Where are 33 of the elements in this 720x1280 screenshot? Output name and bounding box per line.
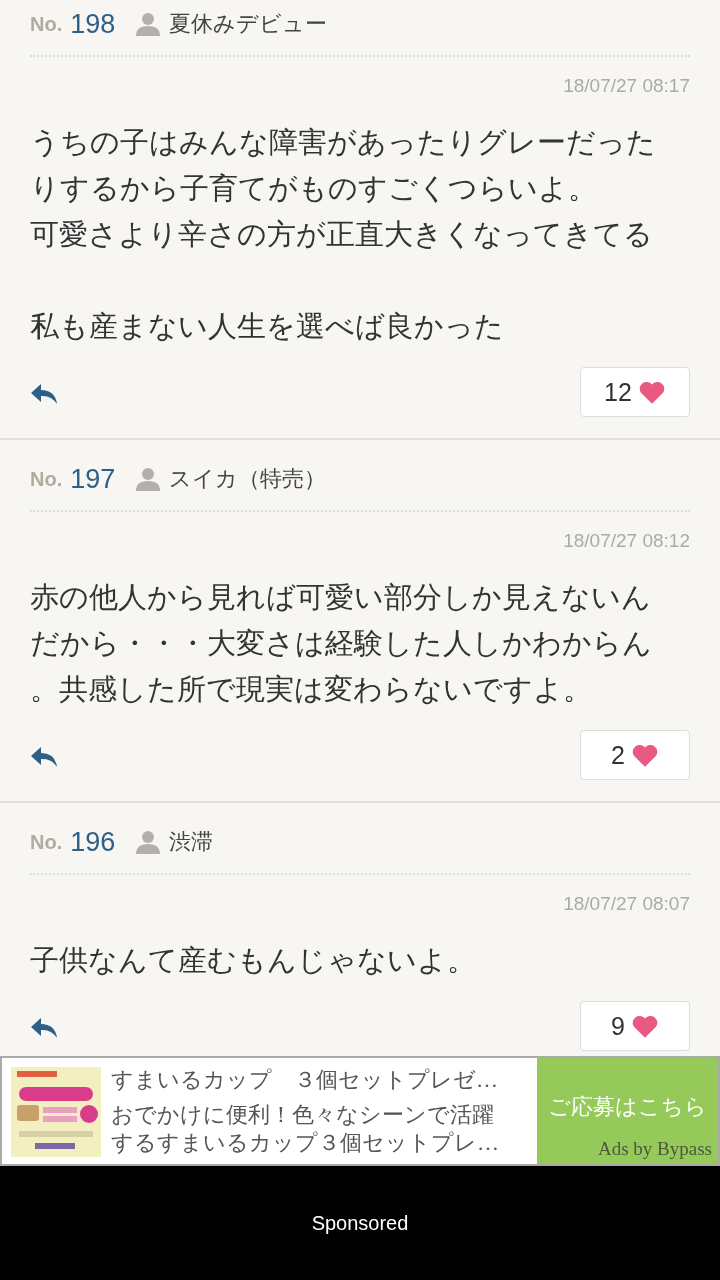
reply-icon[interactable] bbox=[30, 1017, 58, 1039]
heart-icon bbox=[637, 379, 666, 405]
like-button[interactable]: 2 bbox=[580, 730, 690, 780]
author-name: 夏休みデビュー bbox=[169, 10, 328, 38]
post-date: 18/07/27 08:07 bbox=[562, 892, 690, 916]
post-text: 赤の他人から見れば可愛い部分しか見えないん だから・・・大変さは経験した人しかわからん 。共感した所で現実は変わらないですよ。 bbox=[30, 580, 653, 707]
heart-icon bbox=[630, 1013, 659, 1039]
like-button[interactable]: 9 bbox=[580, 1001, 690, 1051]
post-number-label: No. bbox=[30, 830, 63, 854]
author-name: 渋滞 bbox=[169, 828, 214, 856]
post-number-label: No. bbox=[30, 467, 63, 491]
sponsored-label: Sponsored bbox=[311, 1211, 409, 1235]
post-date: 18/07/27 08:12 bbox=[562, 529, 690, 553]
post-text: 私も産まない人生を選べば良かった bbox=[30, 309, 505, 344]
user-icon bbox=[135, 12, 162, 36]
reply-icon[interactable] bbox=[30, 383, 58, 405]
post-number: 198 bbox=[70, 8, 116, 40]
ad-description[interactable]: おでかけに便利！色々なシーンで活躍 するすまいるカップ３個セットプレ… bbox=[111, 1101, 537, 1157]
user-icon bbox=[135, 830, 162, 854]
ad-attribution: Ads by Bypass bbox=[598, 1138, 712, 1160]
ad-cta-panel[interactable]: ご応募はこちら Ads by Bypass bbox=[537, 1058, 718, 1164]
user-icon bbox=[135, 467, 162, 491]
reply-icon[interactable] bbox=[30, 746, 58, 768]
post-number: 196 bbox=[70, 826, 116, 858]
post-text: うちの子はみんな障害があったりグレーだった りするから子育てがものすごくつらいよ。 可愛さより辛さの方が正直大きくなってきてる bbox=[30, 125, 657, 252]
post-date: 18/07/27 08:17 bbox=[562, 74, 690, 98]
like-button[interactable]: 12 bbox=[580, 367, 690, 417]
heart-icon bbox=[630, 742, 659, 768]
ad-title[interactable]: すまいるカップ ３個セットプレゼ… bbox=[111, 1065, 537, 1095]
post-number-label: No. bbox=[30, 12, 63, 36]
author-name: スイカ（特売） bbox=[169, 465, 327, 493]
post-text: 子供なんて産むもんじゃないよ。 bbox=[30, 943, 477, 978]
post-number: 197 bbox=[70, 463, 116, 495]
